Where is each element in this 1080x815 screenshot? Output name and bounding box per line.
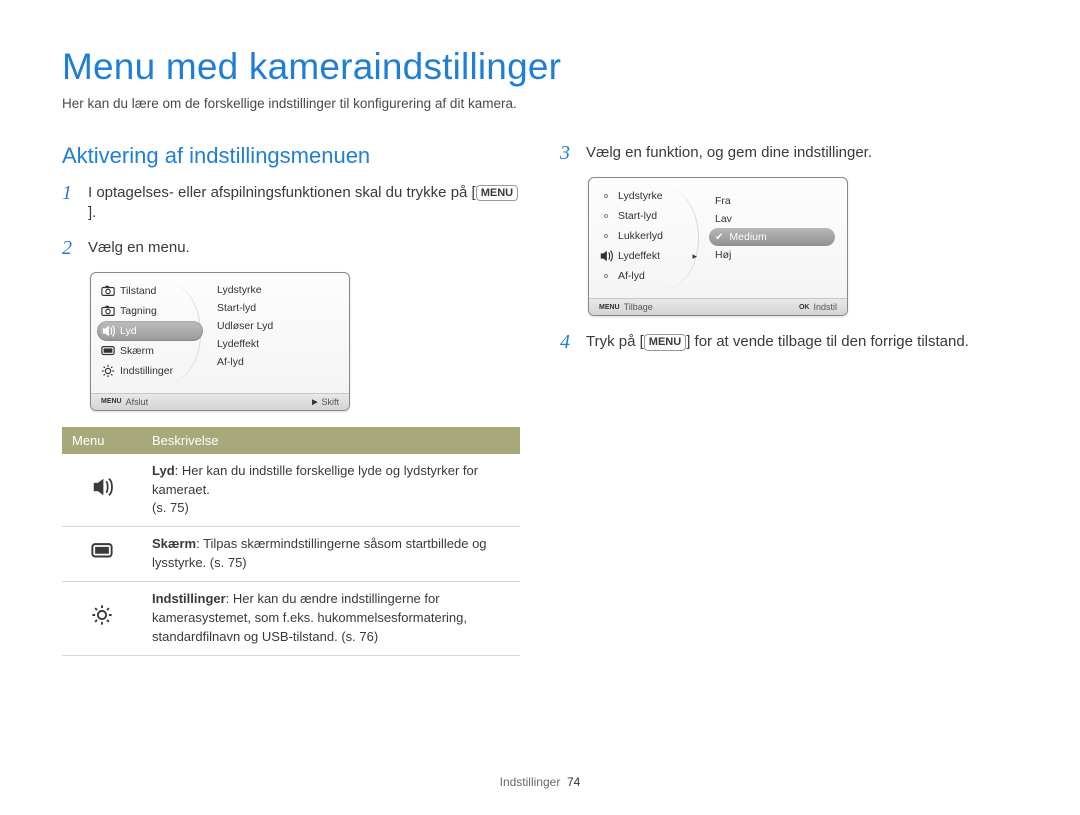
camera-icon (101, 284, 115, 298)
step-text: I optagelses- eller afspilningsfunktione… (88, 183, 520, 224)
menu-description-table: Menu Beskrivelse Lyd: Her kan du indstil… (62, 427, 520, 656)
table-head-desc: Beskrivelse (142, 427, 520, 454)
lcd-menu-item-selected: Lyd (97, 321, 203, 341)
lcd-sub-item: Start-lyd (215, 299, 341, 317)
check-icon: ✔ (715, 232, 723, 243)
lcd-sub-item: Af-lyd (215, 353, 341, 371)
lcd-sub-item: Lydstyrke (215, 281, 341, 299)
lcd-screenshot-menu: Tilstand Tagning Lyd Skærm Indstillinger… (90, 272, 350, 411)
step-2: 2 Vælg en menu. (62, 238, 520, 258)
menu-key-icon: MENU (101, 398, 122, 405)
lcd-footer-left: Tilbage (624, 302, 653, 312)
table-row: Indstillinger: Her kan du ændre indstill… (62, 581, 520, 655)
lcd-value-item: Fra (713, 192, 839, 210)
lcd-footer-right: Indstil (813, 302, 837, 312)
lcd-screenshot-options: Lydstyrke Start-lyd Lukkerlyd Lydeffekt▸… (588, 177, 848, 316)
lcd-value-item: Lav (713, 210, 839, 228)
menu-key-icon: MENU (599, 304, 620, 311)
step-1: 1 I optagelses- eller afspilningsfunktio… (62, 183, 520, 224)
lcd-sub-item: Udløser Lyd (215, 317, 341, 335)
sound-icon (599, 249, 613, 263)
lcd-sub-item: Lydeffekt (215, 335, 341, 353)
ok-key-icon: OK (799, 304, 810, 311)
arrow-right-icon: ▶ (312, 398, 317, 406)
menu-key: MENU (644, 334, 686, 350)
lcd-option-item: Lydstyrke (595, 186, 703, 206)
menu-key: MENU (476, 185, 518, 201)
sound-icon (101, 324, 115, 338)
lcd-option-item: Lydeffekt▸ (595, 246, 703, 266)
step-4: 4 Tryk på [MENU] for at vende tilbage ti… (560, 332, 1018, 352)
gear-icon (91, 614, 113, 629)
lcd-menu-item: Tilstand (97, 281, 205, 301)
table-head-menu: Menu (62, 427, 142, 454)
lcd-footer-left: Afslut (126, 397, 149, 407)
lcd-option-item: Lukkerlyd (595, 226, 703, 246)
step-number: 1 (62, 183, 80, 224)
intro-text: Her kan du lære om de forskellige indsti… (62, 96, 1018, 111)
step-text: Tryk på [MENU] for at vende tilbage til … (586, 332, 969, 352)
step-number: 3 (560, 143, 578, 163)
camera-icon (101, 304, 115, 318)
display-icon (101, 344, 115, 358)
lcd-menu-item: Tagning (97, 301, 205, 321)
display-icon (91, 550, 113, 565)
lcd-option-item: Start-lyd (595, 206, 703, 226)
page-footer: Indstillinger 74 (0, 775, 1080, 789)
lcd-footer-right: Skift (321, 397, 339, 407)
table-row: Skærm: Tilpas skærmindstillingerne såsom… (62, 527, 520, 582)
lcd-value-item: Høj (713, 246, 839, 264)
step-text: Vælg en funktion, og gem dine indstillin… (586, 143, 872, 163)
sound-icon (91, 486, 113, 501)
arrow-right-icon: ▸ (692, 251, 703, 262)
section-title: Aktivering af indstillingsmenuen (62, 143, 520, 169)
lcd-menu-item: Skærm (97, 341, 205, 361)
lcd-value-item-selected: ✔Medium (709, 228, 835, 246)
step-number: 2 (62, 238, 80, 258)
page-title: Menu med kameraindstillinger (62, 46, 1018, 88)
lcd-menu-item: Indstillinger (97, 361, 205, 381)
gear-icon (101, 364, 115, 378)
step-3: 3 Vælg en funktion, og gem dine indstill… (560, 143, 1018, 163)
step-text: Vælg en menu. (88, 238, 190, 258)
lcd-option-item: Af-lyd (595, 266, 703, 286)
step-number: 4 (560, 332, 578, 352)
table-row: Lyd: Her kan du indstille forskellige ly… (62, 454, 520, 527)
